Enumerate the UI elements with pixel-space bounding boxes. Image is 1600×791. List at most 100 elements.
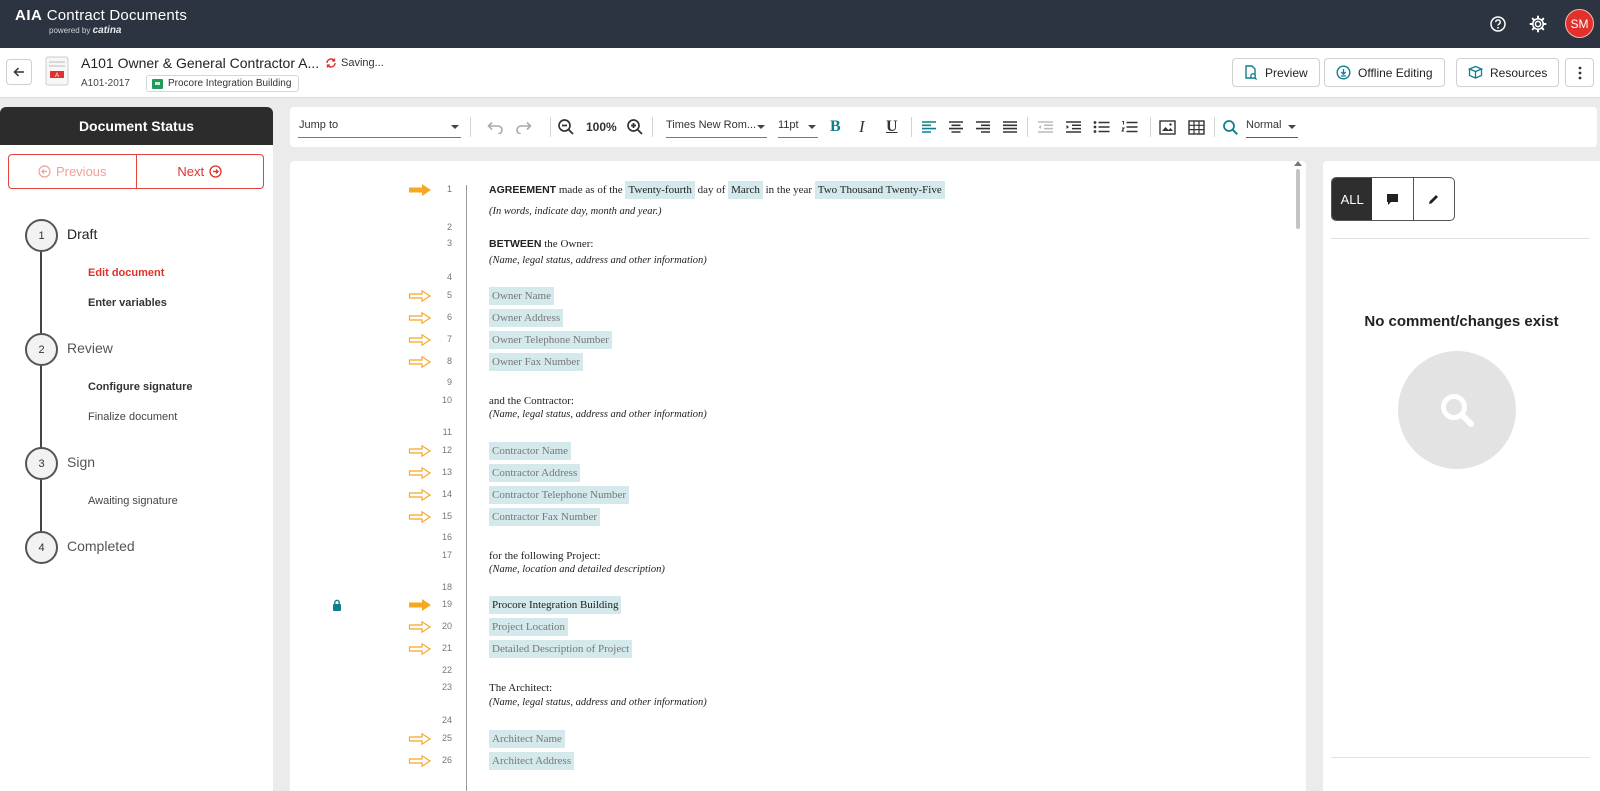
undo-icon[interactable]: [485, 107, 505, 147]
jump-to-select[interactable]: Jump to: [298, 116, 461, 138]
zoom-level: 100%: [586, 120, 617, 134]
step-item-finalize-document[interactable]: Finalize document: [88, 411, 177, 423]
bold-button[interactable]: B: [830, 107, 841, 147]
variable-month[interactable]: March: [728, 181, 763, 199]
text-run: day of: [694, 184, 729, 196]
more-options-button[interactable]: [1565, 58, 1594, 87]
variable-year[interactable]: Two Thousand Twenty-Five: [814, 181, 945, 199]
insert-image-icon[interactable]: [1159, 107, 1176, 147]
resources-button[interactable]: Resources: [1456, 58, 1560, 87]
variable-owner-address[interactable]: Owner Address: [489, 309, 564, 327]
vertical-ellipsis-icon: [1578, 66, 1581, 79]
zoom-in-icon[interactable]: [626, 107, 644, 147]
align-center-icon[interactable]: [948, 107, 964, 147]
outdent-icon[interactable]: [1037, 107, 1054, 147]
variable-day[interactable]: Twenty-fourth: [625, 181, 695, 199]
zoom-out-icon[interactable]: [557, 107, 575, 147]
insert-table-icon[interactable]: [1188, 107, 1205, 147]
project-flag-icon: [152, 78, 163, 89]
underline-button[interactable]: U: [886, 107, 898, 147]
instruction-text: (In words, indicate day, month and year.…: [489, 206, 662, 217]
step-4-title[interactable]: Completed: [67, 538, 135, 554]
variable-owner-name[interactable]: Owner Name: [489, 287, 554, 305]
font-size-select[interactable]: 11pt: [778, 116, 818, 138]
redo-icon[interactable]: [514, 107, 534, 147]
instruction-text: (Name, legal status, address and other i…: [489, 697, 707, 708]
offline-editing-label: Offline Editing: [1358, 65, 1433, 80]
toolbar-divider: [470, 117, 471, 137]
step-3-circle: 3: [25, 447, 58, 480]
previous-button[interactable]: Previous: [9, 155, 137, 188]
search-icon[interactable]: [1222, 107, 1239, 147]
document-line: 26 Architect Address: [290, 752, 1290, 773]
document-line: 17 for the following Project:: [290, 548, 1290, 568]
bulleted-list-icon[interactable]: [1093, 107, 1110, 147]
line-number: 10: [441, 395, 452, 405]
step-2-title[interactable]: Review: [67, 340, 113, 356]
variable-contractor-name[interactable]: Contractor Name: [489, 442, 572, 460]
save-status: Saving...: [325, 57, 384, 69]
font-family-value: Times New Rom...: [666, 119, 757, 131]
line-number: 1: [446, 184, 452, 194]
offline-editing-button[interactable]: Offline Editing: [1324, 58, 1445, 87]
svg-text:A: A: [55, 73, 59, 79]
scrollbar-thumb[interactable]: [1296, 169, 1300, 229]
filter-all-button[interactable]: ALL: [1332, 178, 1373, 220]
variable-contractor-address[interactable]: Contractor Address: [489, 464, 581, 482]
step-item-awaiting-signature[interactable]: Awaiting signature: [88, 495, 178, 507]
variable-project-name[interactable]: Procore Integration Building: [489, 596, 622, 614]
scroll-up-arrow-icon[interactable]: [1294, 161, 1302, 166]
lock-icon: [333, 599, 341, 611]
step-item-enter-variables[interactable]: Enter variables: [88, 297, 167, 309]
line-number: 14: [441, 489, 452, 499]
powered-brand: catina: [92, 25, 122, 36]
step-1-title[interactable]: Draft: [67, 226, 97, 242]
document-line: 6 Owner Address: [290, 309, 1290, 330]
line-number: 24: [441, 715, 452, 725]
user-avatar[interactable]: SM: [1565, 9, 1594, 38]
paragraph-style-select[interactable]: Normal: [1246, 116, 1298, 138]
line-number: 26: [441, 755, 452, 765]
variable-project-description[interactable]: Detailed Description of Project: [489, 640, 633, 658]
align-left-icon[interactable]: [921, 107, 937, 147]
settings-gear-icon[interactable]: [1528, 14, 1548, 34]
font-family-select[interactable]: Times New Rom...: [666, 116, 767, 138]
document-line: 24: [290, 713, 1290, 733]
numbered-list-icon[interactable]: [1121, 107, 1138, 147]
project-badge[interactable]: Procore Integration Building: [146, 75, 300, 92]
document-editor[interactable]: 1 AGREEMENT made as of the Twenty-fourth…: [290, 161, 1306, 791]
align-right-icon[interactable]: [975, 107, 991, 147]
preview-button[interactable]: Preview: [1232, 58, 1320, 87]
toolbar-divider: [911, 117, 912, 137]
save-status-text: Saving...: [341, 57, 384, 69]
align-justify-icon[interactable]: [1002, 107, 1018, 147]
document-line: 15 Contractor Fax Number: [290, 508, 1290, 529]
variable-owner-telephone[interactable]: Owner Telephone Number: [489, 331, 612, 349]
filter-comments-button[interactable]: [1372, 178, 1414, 220]
variable-project-location[interactable]: Project Location: [489, 618, 569, 636]
line-number: 18: [441, 582, 452, 592]
line-text: AGREEMENT made as of the Twenty-fourth d…: [489, 181, 945, 199]
line-number: 3: [446, 238, 452, 248]
step-item-edit-document[interactable]: Edit document: [88, 267, 164, 279]
italic-button[interactable]: I: [859, 107, 865, 147]
brand-logo[interactable]: AIA Contract Documents powered by catina: [15, 7, 187, 36]
next-button[interactable]: Next: [137, 155, 264, 188]
document-status-panel: Document Status Previous Next 1 Draft Ed…: [0, 107, 273, 791]
help-icon[interactable]: [1488, 14, 1508, 34]
variable-architect-address[interactable]: Architect Address: [489, 752, 575, 770]
line-number: 5: [446, 290, 452, 300]
variable-owner-fax[interactable]: Owner Fax Number: [489, 353, 583, 371]
step-3-title[interactable]: Sign: [67, 454, 95, 470]
variable-contractor-telephone[interactable]: Contractor Telephone Number: [489, 486, 630, 504]
arrow-right-circle-icon: [209, 165, 222, 178]
indent-icon[interactable]: [1065, 107, 1082, 147]
variable-contractor-fax[interactable]: Contractor Fax Number: [489, 508, 601, 526]
step-item-configure-signature[interactable]: Configure signature: [88, 381, 193, 393]
arrow-left-icon: [13, 67, 24, 77]
filter-changes-button[interactable]: [1414, 178, 1454, 220]
variable-architect-name[interactable]: Architect Name: [489, 730, 565, 748]
back-button[interactable]: [6, 59, 32, 85]
document-thumbnail-icon: A: [45, 56, 69, 86]
instruction-text: (Name, location and detailed description…: [489, 564, 665, 575]
